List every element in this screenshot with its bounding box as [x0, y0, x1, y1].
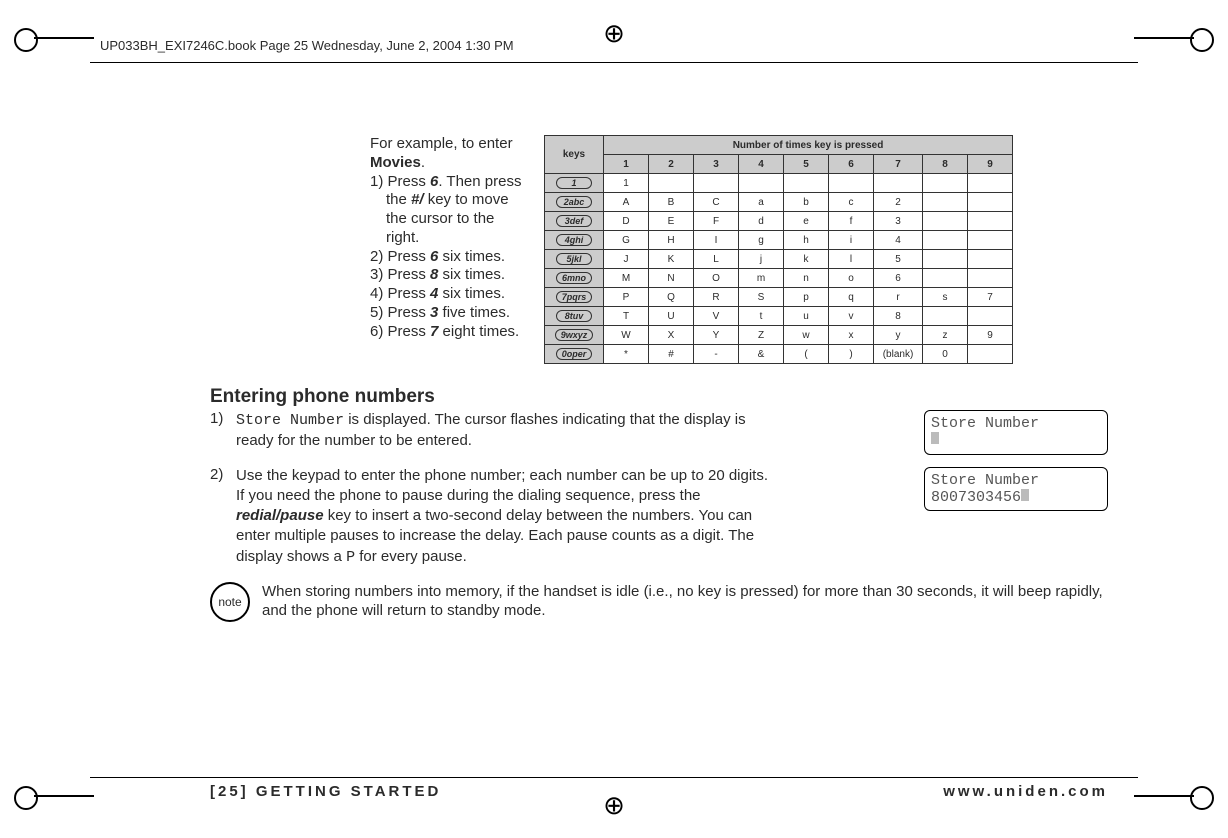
keymap-title: Number of times key is pressed — [604, 136, 1013, 155]
crosshair-icon: ⊕ — [603, 20, 625, 46]
table-row: 4ghiGHIghi4 — [545, 231, 1013, 250]
table-row: 7pqrsPQRSpqrs7 — [545, 288, 1013, 307]
registration-mark-icon — [1190, 786, 1214, 810]
cursor-icon — [931, 432, 939, 444]
table-row: 9wxyzWXYZwxyz9 — [545, 326, 1013, 345]
lcd-screen-empty: Store Number — [924, 410, 1108, 455]
table-row: 11 — [545, 174, 1013, 193]
header-rule — [90, 62, 1138, 63]
lcd-screen-filled: Store Number 8007303456 — [924, 467, 1108, 512]
footer-page-label: [25] GETTING STARTED — [210, 783, 441, 800]
section-heading: Entering phone numbers — [210, 386, 1108, 408]
example-word: Movies — [370, 154, 421, 171]
table-row: 5jklJKLjkl5 — [545, 250, 1013, 269]
cursor-icon — [1021, 489, 1029, 501]
running-header: UP033BH_EXI7246C.book Page 25 Wednesday,… — [100, 38, 514, 53]
table-row: 8tuvTUVtuv8 — [545, 307, 1013, 326]
display-text-code: Store Number — [236, 412, 344, 429]
example-block: For example, to enter Movies. 1) Press 6… — [210, 135, 530, 364]
table-row: 3defDEFdef3 — [545, 212, 1013, 231]
table-row: 2abcABCabc2 — [545, 193, 1013, 212]
note-text: When storing numbers into memory, if the… — [262, 582, 1108, 621]
redial-pause-key: redial/pause — [236, 507, 324, 524]
example-intro: For example, to enter — [370, 135, 513, 152]
table-row: 6mnoMNOmno6 — [545, 269, 1013, 288]
table-row: 0oper*#-&()(blank)0 — [545, 345, 1013, 364]
footer-rule — [90, 777, 1138, 778]
note-callout: note When storing numbers into memory, i… — [210, 582, 1108, 622]
crosshair-icon: ⊕ — [603, 792, 625, 818]
registration-mark-icon — [14, 786, 38, 810]
page-content: For example, to enter Movies. 1) Press 6… — [210, 135, 1108, 622]
keypad-character-table: keys Number of times key is pressed 1 2 … — [544, 135, 1013, 364]
footer-url: www.uniden.com — [943, 783, 1108, 800]
keys-header: keys — [545, 136, 604, 174]
note-icon: note — [210, 582, 250, 622]
registration-mark-icon — [14, 28, 38, 52]
registration-mark-icon — [1190, 28, 1214, 52]
